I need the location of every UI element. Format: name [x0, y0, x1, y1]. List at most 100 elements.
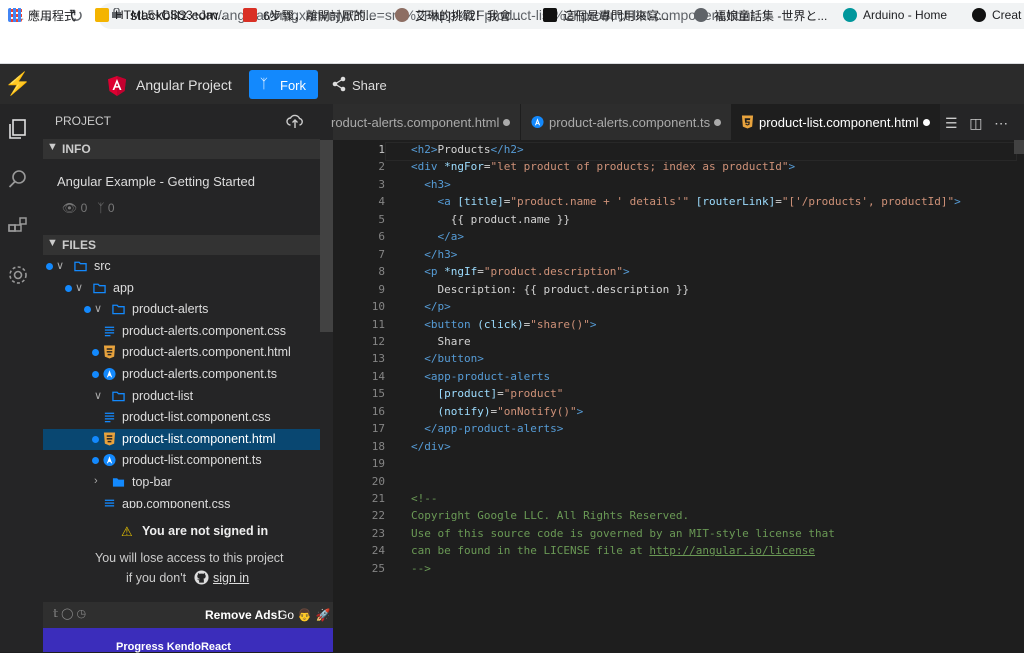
code-line[interactable]: Share	[411, 335, 470, 348]
signin-message: You will lose access to this project	[95, 551, 284, 565]
modified-dot-icon	[84, 306, 91, 314]
signin-warning: You are not signed in	[142, 524, 269, 538]
tree-item-label: top-bar	[132, 475, 172, 489]
angular-file-icon	[103, 367, 116, 381]
code-line[interactable]: </h3>	[411, 248, 457, 261]
code-line[interactable]: </a>	[411, 230, 465, 243]
tree-item-product-list[interactable]: ∨ product-list	[43, 386, 320, 407]
code-line[interactable]: <p *ngIf="product.description">	[411, 265, 629, 278]
tree-item-label: app.component.css	[122, 496, 231, 508]
line-number: 4	[378, 195, 385, 209]
code-line[interactable]: [product]="product"	[411, 387, 564, 400]
code-line[interactable]: -->	[411, 562, 431, 575]
code-line[interactable]: <div *ngFor="let product of products; in…	[411, 160, 795, 173]
line-number: 7	[378, 247, 385, 261]
tree-item-product-alerts-component-html[interactable]: product-alerts.component.html	[43, 342, 320, 363]
code-line[interactable]: <h3>	[411, 178, 451, 191]
tab-label: product-alerts.component.ts	[549, 115, 711, 130]
go-label: Go	[278, 608, 295, 622]
html5-file-icon	[103, 345, 116, 359]
outline-icon[interactable]: ☰	[945, 115, 958, 131]
angular-file-icon	[531, 115, 544, 129]
css-file-icon	[103, 410, 116, 424]
line-number: 8	[378, 265, 385, 279]
html5-icon	[741, 115, 754, 129]
line-number: 22	[371, 509, 385, 523]
code-line[interactable]: {{ product.name }}	[411, 213, 570, 226]
tree-item-label: product-alerts.component.html	[122, 345, 291, 360]
github-icon	[194, 570, 209, 585]
split-editor-icon[interactable]: ◫	[969, 115, 982, 131]
line-number: 23	[371, 526, 385, 540]
tree-item-product-alerts[interactable]: ∨ product-alerts	[43, 299, 320, 320]
tree-item-app[interactable]: ∨ app	[43, 278, 320, 299]
chevron-down-icon[interactable]: ∨	[56, 259, 64, 272]
folder-icon	[74, 259, 87, 273]
ad-text: Progress KendoReact	[116, 641, 231, 653]
line-number: 16	[371, 404, 385, 418]
folder-icon	[93, 281, 106, 295]
tab-product-alerts-html[interactable]: roduct-alerts.component.html	[331, 104, 521, 140]
line-number: 6	[378, 230, 385, 244]
line-number: 25	[371, 561, 385, 575]
line-number: 10	[371, 300, 385, 314]
line-number: 18	[371, 439, 385, 453]
line-number: 5	[378, 212, 385, 226]
code-line[interactable]: Description: {{ product.description }}	[411, 283, 689, 296]
modified-dot-icon	[46, 263, 53, 270]
line-number: 12	[371, 334, 385, 348]
chevron-down-icon[interactable]: ∨	[75, 281, 83, 294]
code-line[interactable]: (notify)="onNotify()">	[411, 405, 584, 418]
chevron-down-icon[interactable]: ∨	[94, 302, 102, 315]
tree-item-label: src	[94, 259, 111, 273]
tree-item-top-bar[interactable]: › top-bar	[43, 472, 320, 493]
line-number: 21	[371, 492, 385, 505]
sidebar-scrollbar[interactable]	[320, 140, 333, 332]
line-number: 24	[371, 544, 385, 558]
tree-item-label: app	[113, 280, 134, 295]
tab-product-alerts-ts[interactable]: product-alerts.component.ts	[521, 104, 732, 140]
code-line[interactable]: </div>	[411, 440, 451, 453]
signin-link[interactable]: sign in	[213, 571, 249, 585]
code-line[interactable]: <button (click)="share()">	[411, 318, 596, 331]
tab-label: product-list.component.html	[759, 115, 919, 130]
html5-file-icon	[103, 432, 116, 446]
code-line[interactable]: <a [title]="product.name + ' details'" […	[411, 195, 961, 208]
editor-scrollbar[interactable]	[1014, 140, 1024, 154]
code-line[interactable]: can be found in the LICENSE file at http…	[411, 544, 815, 557]
remove-ads-label[interactable]: Remove Ads!	[205, 608, 281, 622]
tree-item-product-list-component-html[interactable]: product-list.component.html	[43, 428, 320, 450]
tab-product-list-html[interactable]: product-list.component.html	[731, 104, 940, 140]
more-actions-icon[interactable]: ⋯	[994, 115, 1008, 131]
code-line[interactable]: <!--	[411, 492, 438, 505]
code-line[interactable]: </p>	[411, 300, 451, 313]
line-number: 19	[371, 457, 385, 471]
tree-item-app-component-css[interactable]: app.component.css	[43, 494, 320, 508]
go-link[interactable]: Go 👨 🚀	[278, 608, 331, 622]
line-number: 17	[371, 422, 385, 436]
tree-item-product-alerts-component-css[interactable]: product-alerts.component.css	[43, 321, 320, 342]
tree-item-label: product-alerts.component.ts	[122, 367, 277, 381]
code-line[interactable]: </app-product-alerts>	[411, 422, 563, 435]
modified-dot-icon	[503, 119, 510, 126]
tab-label: roduct-alerts.component.html	[331, 115, 500, 130]
tree-item-product-list-component-ts[interactable]: product-list.component.ts	[43, 450, 320, 471]
social-icons[interactable]: 𝕥 ◯ ◷	[53, 607, 86, 620]
tree-item-product-list-component-css[interactable]: product-list.component.css	[43, 407, 320, 428]
tree-item-label: product-list.component.css	[122, 410, 271, 425]
code-line[interactable]: </button>	[411, 352, 484, 365]
folder-icon	[112, 475, 125, 489]
line-number: 3	[378, 177, 385, 191]
code-line[interactable]: <app-product-alerts	[411, 370, 550, 383]
modified-dot-icon	[923, 119, 930, 126]
tree-item-product-alerts-component-ts[interactable]: product-alerts.component.ts	[43, 364, 320, 385]
line-number: 13	[371, 352, 385, 366]
chevron-down-icon[interactable]: ∨	[94, 389, 102, 402]
code-line[interactable]: Use of this source code is governed by a…	[411, 527, 835, 540]
code-line[interactable]: Copyright Google LLC. All Rights Reserve…	[411, 509, 689, 522]
tree-item-label: product-list.component.html	[122, 431, 276, 446]
chevron-right-icon[interactable]: ›	[94, 475, 98, 487]
tree-item-src[interactable]: ∨ src	[43, 256, 320, 277]
rocket-icon: 🚀	[315, 608, 331, 622]
code-line[interactable]: <h2>Products</h2>	[411, 143, 524, 156]
